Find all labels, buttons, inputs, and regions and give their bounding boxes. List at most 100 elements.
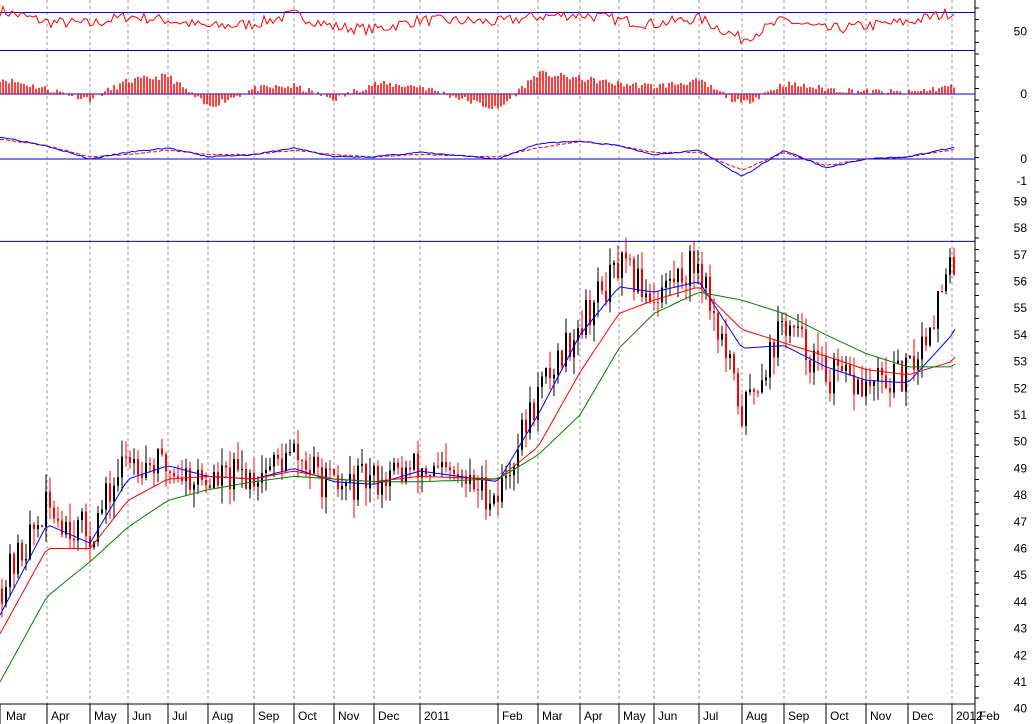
candle-up — [121, 456, 123, 478]
candle-down — [153, 465, 155, 474]
candle-up — [489, 503, 491, 510]
x-tick-label: Nov — [338, 709, 359, 723]
candle-down — [681, 268, 683, 283]
candle-up — [293, 443, 295, 453]
candle-down — [649, 293, 651, 302]
candle-down — [825, 355, 827, 382]
candle-down — [657, 302, 659, 304]
x-tick-label: Jun — [658, 709, 677, 723]
candle-up — [797, 326, 799, 328]
candle-down — [805, 329, 807, 361]
x-tick-label: Dec — [912, 709, 933, 723]
candle-up — [81, 511, 83, 521]
candle-down — [209, 485, 211, 489]
candle-down — [429, 474, 431, 476]
candle-up — [945, 274, 947, 292]
candle-down — [49, 491, 51, 508]
candle-up — [313, 456, 315, 474]
price-tick-label: 56 — [1014, 274, 1028, 288]
candle-down — [869, 381, 871, 386]
candle-down — [473, 475, 475, 490]
x-tick-label: Feb — [502, 709, 523, 723]
candle-down — [109, 483, 111, 502]
candle-down — [525, 419, 527, 433]
candle-up — [573, 340, 575, 357]
candle-down — [205, 480, 207, 486]
candle-down — [409, 467, 411, 470]
x-tick-label: Aug — [746, 709, 767, 723]
candle-down — [925, 336, 927, 346]
price-tick-label: 47 — [1014, 515, 1028, 529]
price-tick-label: 40 — [1014, 702, 1028, 716]
candle-up — [289, 452, 291, 454]
candle-down — [417, 453, 419, 478]
candle-down — [941, 291, 943, 293]
candle-up — [541, 376, 543, 387]
x-tick-label: Oct — [298, 709, 317, 723]
candle-down — [625, 252, 627, 259]
candle-up — [845, 364, 847, 371]
candle-down — [673, 278, 675, 283]
x-tick-label: Dec — [378, 709, 399, 723]
candle-up — [873, 381, 875, 386]
candle-up — [865, 381, 867, 397]
histogram-tick-label: 0 — [1020, 87, 1027, 101]
candle-up — [105, 483, 107, 510]
candle-up — [361, 463, 363, 466]
candle-down — [641, 268, 643, 298]
price-tick-label: 42 — [1014, 648, 1028, 662]
x-tick-label: Aug — [212, 709, 233, 723]
candle-up — [665, 280, 667, 288]
candle-up — [17, 542, 19, 574]
candle-down — [793, 325, 795, 328]
candle-up — [341, 485, 343, 490]
candle-down — [725, 333, 727, 359]
candle-up — [877, 367, 879, 382]
candle-up — [273, 454, 275, 467]
candle-down — [161, 448, 163, 455]
candle-up — [37, 525, 39, 530]
candle-down — [61, 520, 63, 535]
candle-up — [29, 524, 31, 560]
candle-up — [689, 250, 691, 286]
candle-down — [809, 360, 811, 373]
x-tick-label: May — [623, 709, 646, 723]
candle-up — [777, 321, 779, 358]
candle-up — [597, 281, 599, 303]
candle-up — [769, 342, 771, 378]
candle-up — [213, 472, 215, 489]
candle-down — [69, 521, 71, 539]
candle-down — [605, 290, 607, 303]
candle-down — [317, 456, 319, 468]
x-tick-label: Apr — [51, 709, 70, 723]
candle-down — [321, 467, 323, 498]
price-tick-label: 45 — [1014, 568, 1028, 582]
x-tick-label: Jul — [703, 709, 718, 723]
candle-down — [305, 460, 307, 470]
ma-mid-line — [0, 287, 956, 635]
candle-down — [861, 379, 863, 397]
candle-up — [557, 350, 559, 375]
candle-up — [637, 268, 639, 292]
candle-down — [333, 468, 335, 476]
candle-down — [453, 470, 455, 474]
candle-down — [617, 262, 619, 278]
candle-down — [485, 477, 487, 510]
candle-up — [613, 262, 615, 265]
candle-up — [857, 379, 859, 395]
candle-down — [13, 553, 15, 574]
candle-down — [365, 463, 367, 489]
candle-up — [705, 276, 707, 289]
candle-down — [277, 454, 279, 459]
macd-panel — [0, 137, 975, 177]
x-tick-label: Mar — [6, 709, 27, 723]
candle-down — [329, 468, 331, 470]
candle-down — [449, 467, 451, 471]
x-tick-label: Sep — [788, 709, 810, 723]
candle-down — [953, 257, 955, 275]
candle-up — [749, 389, 751, 393]
candle-up — [241, 469, 243, 471]
price-tick-label: 59 — [1014, 194, 1028, 208]
candle-up — [553, 374, 555, 379]
price-tick-label: 52 — [1014, 381, 1028, 395]
